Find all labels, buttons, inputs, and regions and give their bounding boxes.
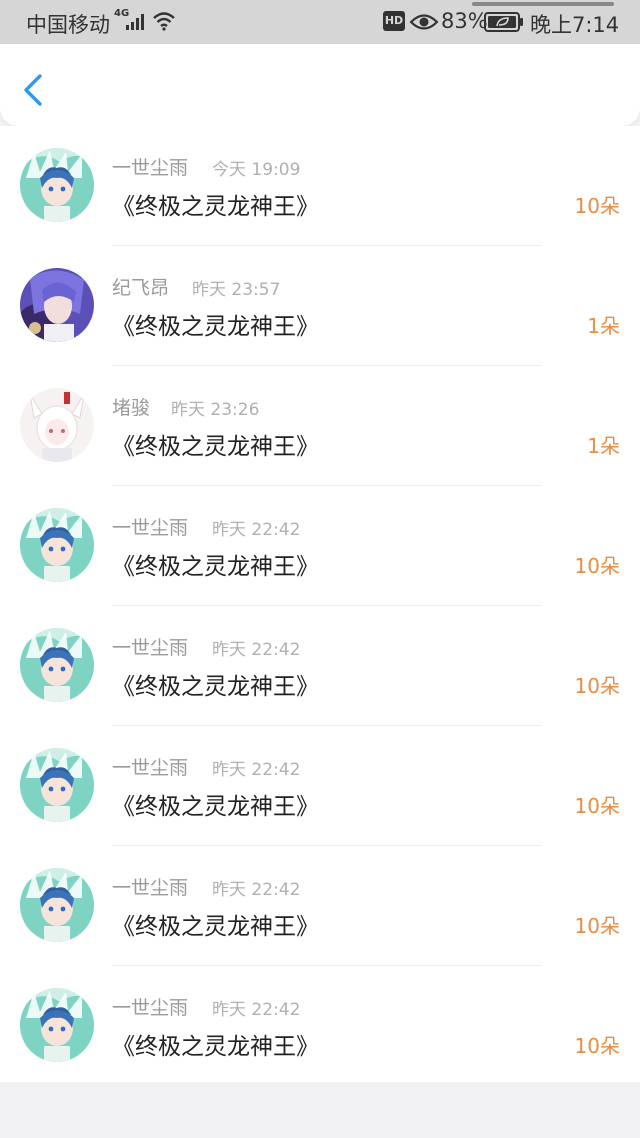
status-bar: 中国移动 4G HD 83% 晚上7:14 [0,0,640,44]
carrier-label: 中国移动 [26,13,110,37]
flower-count: 10朵 [574,194,620,218]
book-title: 《终极之灵龙神王》 [112,674,319,700]
user-name[interactable]: 一世尘雨 [112,633,188,660]
flower-count: 10朵 [574,794,620,818]
book-title: 《终极之灵龙神王》 [112,434,319,460]
user-name[interactable]: 堵骏 [112,393,150,420]
blue-hair-boy-avatar[interactable] [20,628,94,702]
white-fox-girl-avatar[interactable] [20,388,94,462]
reward-list: 一世尘雨 今天 19:09 《终极之灵龙神王》 10朵 纪飞昂 昨天 23:57… [0,126,640,1082]
reward-time: 昨天 22:42 [212,640,301,660]
nav-bar [0,44,640,126]
blue-hair-boy-avatar[interactable] [20,988,94,1062]
user-name[interactable]: 一世尘雨 [112,993,188,1020]
list-item[interactable]: 一世尘雨 昨天 22:42 《终极之灵龙神王》 10朵 [0,726,640,846]
book-title: 《终极之灵龙神王》 [112,194,319,220]
reward-time: 今天 19:09 [212,160,301,180]
book-title: 《终极之灵龙神王》 [112,554,319,580]
book-title: 《终极之灵龙神王》 [112,914,319,940]
flower-count: 1朵 [587,434,620,458]
user-name[interactable]: 一世尘雨 [112,513,188,540]
battery-icon [484,12,523,32]
battery-percent: 83% [441,9,488,33]
flower-count: 1朵 [587,314,620,338]
user-name[interactable]: 一世尘雨 [112,153,188,180]
reward-time: 昨天 23:57 [192,280,281,300]
book-title: 《终极之灵龙神王》 [112,314,319,340]
flower-count: 10朵 [574,1034,620,1058]
list-item[interactable]: 一世尘雨 昨天 22:42 《终极之灵龙神王》 10朵 [0,606,640,726]
book-title: 《终极之灵龙神王》 [112,1034,319,1060]
list-item[interactable]: 一世尘雨 昨天 22:42 《终极之灵龙神王》 10朵 [0,966,640,1086]
blue-hair-boy-avatar[interactable] [20,148,94,222]
user-name[interactable]: 一世尘雨 [112,873,188,900]
list-item[interactable]: 一世尘雨 昨天 22:42 《终极之灵龙神王》 10朵 [0,486,640,606]
wifi-icon [153,12,175,31]
list-item[interactable]: 一世尘雨 昨天 22:42 《终极之灵龙神王》 10朵 [0,846,640,966]
blue-hair-boy-avatar[interactable] [20,748,94,822]
list-item[interactable]: 纪飞昂 昨天 23:57 《终极之灵龙神王》 1朵 [0,246,640,366]
signal-icon [126,14,144,30]
list-item[interactable]: 一世尘雨 今天 19:09 《终极之灵龙神王》 10朵 [0,126,640,246]
reward-time: 昨天 22:42 [212,520,301,540]
hd-badge: HD [383,11,405,31]
flower-count: 10朵 [574,554,620,578]
blue-hair-boy-avatar[interactable] [20,868,94,942]
reward-time: 昨天 23:26 [171,400,260,420]
reward-time: 昨天 22:42 [212,1000,301,1020]
user-name[interactable]: 一世尘雨 [112,753,188,780]
flower-count: 10朵 [574,914,620,938]
reward-time: 昨天 22:42 [212,760,301,780]
purple-hair-avatar[interactable] [20,268,94,342]
eye-comfort-icon [410,14,438,30]
reward-time: 昨天 22:42 [212,880,301,900]
clock: 晚上7:14 [530,13,620,37]
user-name[interactable]: 纪飞昂 [112,273,169,300]
blue-hair-boy-avatar[interactable] [20,508,94,582]
flower-count: 10朵 [574,674,620,698]
book-title: 《终极之灵龙神王》 [112,794,319,820]
chevron-left-icon[interactable] [18,70,50,110]
list-item[interactable]: 堵骏 昨天 23:26 《终极之灵龙神王》 1朵 [0,366,640,486]
top-indicator [472,2,614,6]
